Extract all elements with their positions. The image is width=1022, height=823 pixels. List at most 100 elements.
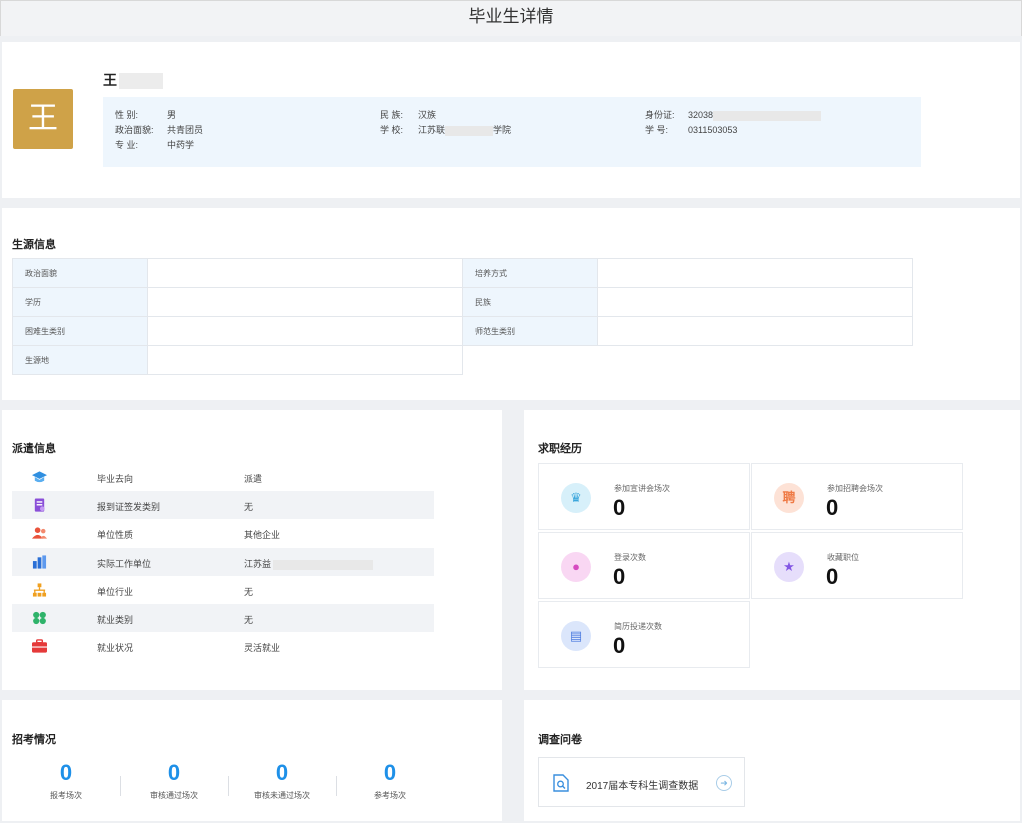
exam-stat-value: 0 (59, 760, 73, 785)
gender-label: 性 别: (115, 110, 139, 120)
table-key: 民族 (462, 287, 598, 317)
table-value (597, 287, 913, 317)
exam-info-title: 招考情况 (12, 734, 56, 746)
school-field: 学 校: 江苏联 学院 (380, 123, 511, 136)
survey-card: 调查问卷 2017届本专科生调查数据 ➜ (524, 700, 1020, 821)
exam-stat-value: 0 (275, 760, 289, 785)
politics-label: 政治面貌: (115, 125, 154, 135)
trophy-icon: ♛ (561, 483, 591, 513)
exam-stat-attended: 0 参考场次 (336, 760, 444, 801)
stuno-field: 学 号: 0311503053 (645, 123, 737, 136)
window-title: 毕业生详情 (0, 0, 1022, 36)
idcard-mask (713, 110, 822, 121)
exam-stat-value: 0 (167, 760, 181, 785)
stat-jobfair-count: 聘 参加招聘会场次 0 (751, 463, 963, 530)
stat-value: 0 (613, 495, 626, 520)
dispatch-value: 派遣 (244, 474, 263, 484)
stat-value: 0 (826, 495, 839, 520)
stuno-value: 0311503053 (688, 125, 738, 135)
certificate-icon (34, 498, 45, 512)
politics-field: 政治面貌: 共青团员 (115, 123, 203, 136)
recruit-icon: 聘 (774, 483, 804, 513)
dispatch-row: 单位行业 无 (12, 576, 434, 604)
stuno-label: 学 号: (645, 125, 669, 135)
idcard-value: 32038 (688, 110, 714, 120)
exam-stat-applied: 0 报考场次 (12, 760, 120, 801)
work-unit-mask (273, 559, 374, 570)
exam-stat-label: 审核通过场次 (150, 791, 198, 800)
table-row: 学历 民族 (12, 287, 913, 317)
dispatch-row: 实际工作单位 江苏益 (12, 548, 434, 576)
table-key: 学历 (12, 287, 148, 317)
building-icon (32, 555, 47, 569)
table-row: 生源地 (12, 345, 913, 375)
dispatch-value-work-unit: 江苏益 (244, 557, 374, 570)
gender-value: 男 (167, 110, 177, 120)
gender-field: 性 别: 男 (115, 108, 176, 121)
politics-value: 共青团员 (167, 125, 204, 135)
dispatch-value: 无 (244, 615, 254, 625)
idcard-label: 身份证: (645, 110, 675, 120)
major-label: 专 业: (115, 140, 139, 150)
dispatch-key: 实际工作单位 (97, 559, 152, 569)
briefcase-icon (32, 639, 47, 653)
dispatch-value: 无 (244, 502, 254, 512)
exam-stat-label: 审核未通过场次 (254, 791, 310, 800)
job-history-card: 求职经历 ♛ 参加宣讲会场次 0 聘 参加招聘会场次 0 ● 登录次数 0 ★ … (524, 410, 1020, 690)
dispatch-row: 就业类别 无 (12, 604, 434, 632)
stat-label: 参加招聘会场次 (827, 484, 883, 493)
school-mask (445, 125, 494, 136)
source-info-title: 生源信息 (12, 239, 56, 251)
dispatch-row: 就业状况 灵活就业 (12, 632, 434, 660)
dispatch-row: 单位性质 其他企业 (12, 519, 434, 547)
document-search-icon (553, 774, 569, 792)
stat-label: 简历投递次数 (614, 622, 662, 631)
dispatch-value: 灵活就业 (244, 643, 281, 653)
dispatch-key: 报到证签发类别 (97, 502, 161, 512)
table-value (147, 316, 463, 346)
dispatch-key: 毕业去向 (97, 474, 134, 484)
job-history-title: 求职经历 (538, 443, 582, 455)
major-value: 中药学 (167, 140, 195, 150)
dispatch-value: 江苏益 (244, 559, 272, 569)
ethnic-label: 民 族: (380, 110, 404, 120)
dispatch-row: 报到证签发类别 无 (12, 491, 434, 519)
dispatch-key: 单位性质 (97, 530, 134, 540)
stat-value: 0 (613, 633, 626, 658)
exam-stat-value: 0 (383, 760, 397, 785)
stat-seminar-count: ♛ 参加宣讲会场次 0 (538, 463, 750, 530)
exam-info-card: 招考情况 0 报考场次 0 审核通过场次 0 审核未通过场次 0 参考场次 (2, 700, 502, 821)
graduation-cap-icon (32, 471, 47, 483)
dispatch-value: 其他企业 (244, 530, 281, 540)
profile-card: 王 王 性 别: 男 政治面貌: 共青团员 专 业: 中药学 民 族: 汉族 学 校: 江… (2, 42, 1020, 198)
exam-stat-label: 报考场次 (50, 791, 82, 800)
table-value (147, 258, 463, 288)
table-key: 培养方式 (462, 258, 598, 288)
source-info-card: 生源信息 政治面貌 培养方式 学历 民族 困难生类别 师范生类别 生源地 (2, 208, 1020, 400)
school-label: 学 校: (380, 125, 404, 135)
stat-value: 0 (826, 564, 839, 589)
table-value (147, 345, 463, 375)
exam-stat-label: 参考场次 (374, 791, 406, 800)
major-field: 专 业: 中药学 (115, 138, 194, 151)
star-icon: ★ (774, 552, 804, 582)
survey-title: 调查问卷 (538, 734, 582, 746)
table-key: 师范生类别 (462, 316, 598, 346)
dispatch-key: 就业状况 (97, 643, 134, 653)
dispatch-info-title: 派遣信息 (12, 443, 56, 455)
dispatch-info-card: 派遣信息 毕业去向 派遣 报到证签发类别 无 单位性质 其他企业 实际工作单位 … (2, 410, 502, 690)
stat-saved-jobs: ★ 收藏职位 0 (751, 532, 963, 599)
table-value (147, 287, 463, 317)
table-empty-cell (462, 345, 913, 375)
ethnic-field: 民 族: 汉族 (380, 108, 436, 121)
arrow-right-icon[interactable]: ➜ (716, 775, 732, 791)
stat-resume-count: ▤ 简历投递次数 0 (538, 601, 750, 668)
dispatch-key: 单位行业 (97, 587, 134, 597)
dispatch-value: 无 (244, 587, 254, 597)
stat-label: 登录次数 (614, 553, 646, 562)
survey-item-label: 2017届本专科生调查数据 (586, 781, 699, 792)
resume-icon: ▤ (561, 621, 591, 651)
table-value (597, 316, 913, 346)
exam-stat-rejected: 0 审核未通过场次 (228, 760, 336, 801)
survey-item-button[interactable]: 2017届本专科生调查数据 ➜ (538, 757, 745, 807)
